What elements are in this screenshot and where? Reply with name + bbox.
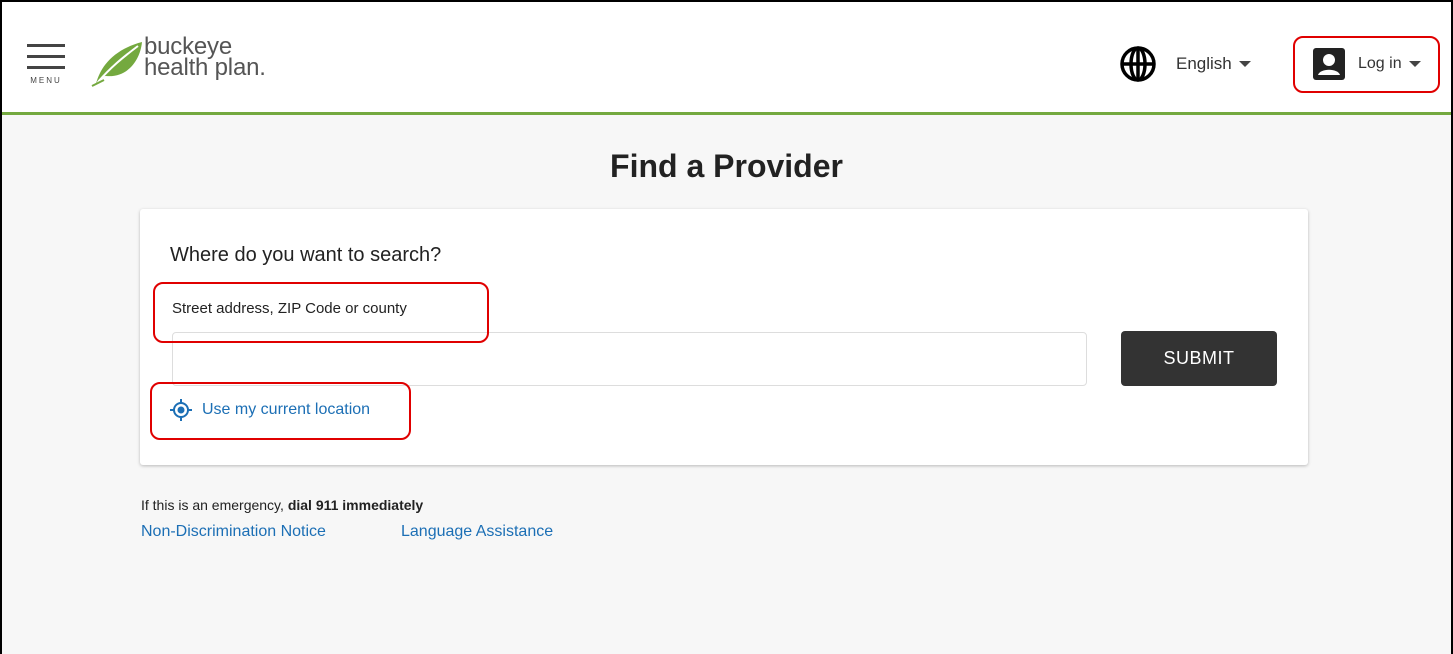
menu-icon-bar [27, 55, 65, 58]
page-title: Find a Provider [610, 148, 843, 184]
language-label: English [1176, 54, 1232, 73]
location-field-label: Street address, ZIP Code or county [172, 300, 407, 317]
location-search-input[interactable] [172, 332, 1087, 386]
leaf-logo-icon [91, 42, 142, 87]
logo-wordmark: buckeye health plan. [144, 35, 266, 81]
search-question: Where do you want to search? [170, 244, 442, 266]
chevron-down-icon [1238, 61, 1251, 67]
buckeye-logo[interactable]: buckeye health plan. [90, 34, 290, 94]
login-label: Log in [1358, 55, 1402, 72]
login-button[interactable]: Log in [1312, 46, 1421, 82]
user-icon [1313, 48, 1345, 80]
site-header: MENU buckeye health plan. English Log in [2, 2, 1451, 115]
menu-label: MENU [30, 76, 62, 85]
menu-icon-bar [27, 66, 65, 69]
language-assistance-link[interactable]: Language Assistance [401, 523, 553, 541]
emergency-prefix: If this is an emergency, [141, 497, 288, 513]
chevron-down-icon [1408, 61, 1421, 67]
menu-button[interactable]: MENU [24, 42, 68, 88]
location-target-icon [170, 399, 192, 421]
browser-frame: MENU buckeye health plan. English Log in… [0, 0, 1453, 654]
logo-line-2: health plan. [144, 54, 266, 81]
menu-icon-bar [27, 44, 65, 47]
use-current-location-link[interactable]: Use my current location [170, 399, 370, 421]
submit-button[interactable]: SUBMIT [1121, 331, 1277, 386]
non-discrimination-notice-link[interactable]: Non-Discrimination Notice [141, 523, 326, 541]
language-selector[interactable]: English [1118, 44, 1251, 84]
emergency-bold: dial 911 immediately [287, 497, 424, 513]
emergency-notice: If this is an emergency, dial 911 immedi… [141, 497, 423, 513]
search-card: Where do you want to search? Street addr… [140, 209, 1308, 465]
use-current-location-label: Use my current location [202, 401, 371, 418]
globe-icon [1120, 46, 1156, 82]
